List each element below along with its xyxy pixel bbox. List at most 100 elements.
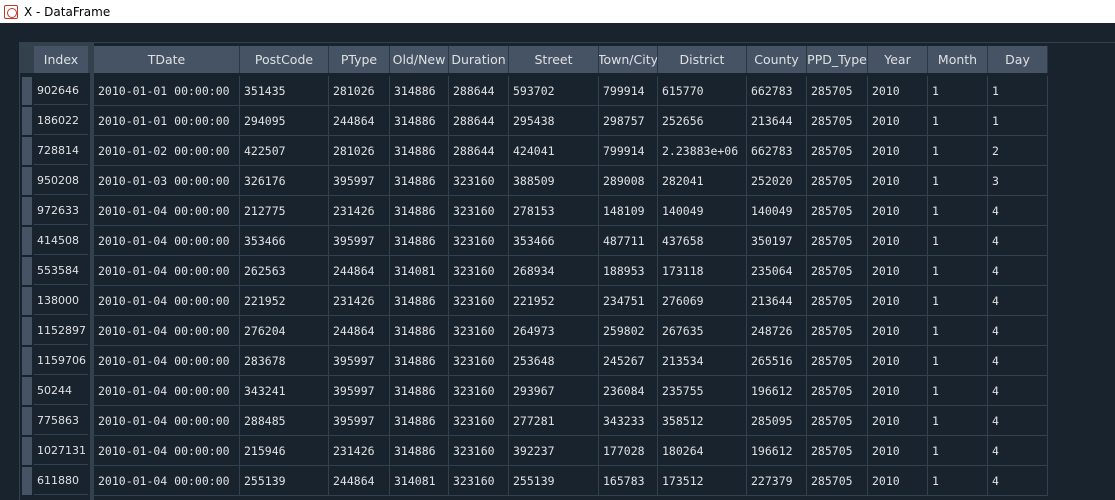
table-cell[interactable]: 314886 xyxy=(390,196,449,226)
table-cell[interactable]: 2010-01-04 00:00:00 xyxy=(94,226,240,256)
table-cell[interactable]: 2010-01-04 00:00:00 xyxy=(94,196,240,226)
table-cell[interactable]: 314886 xyxy=(390,106,449,136)
table-cell[interactable]: 1 xyxy=(928,376,988,406)
table-cell[interactable]: 281026 xyxy=(329,136,390,166)
table-cell[interactable]: 298757 xyxy=(599,106,658,136)
table-cell[interactable]: 314886 xyxy=(390,436,449,466)
row-index[interactable]: 1159706 xyxy=(34,347,88,375)
table-cell[interactable]: 2010-01-04 00:00:00 xyxy=(94,406,240,436)
table-cell[interactable]: 1 xyxy=(928,286,988,316)
table-cell[interactable]: 244864 xyxy=(329,466,390,496)
table-cell[interactable]: 294095 xyxy=(240,106,329,136)
table-cell[interactable]: 799914 xyxy=(599,76,658,106)
table-cell[interactable]: 255139 xyxy=(240,466,329,496)
table-cell[interactable]: 2010-01-04 00:00:00 xyxy=(94,466,240,496)
table-cell[interactable]: 4 xyxy=(988,226,1048,256)
row-index[interactable]: 138000 xyxy=(34,287,88,315)
table-cell[interactable]: 593702 xyxy=(509,76,599,106)
table-cell[interactable]: 231426 xyxy=(329,196,390,226)
row-handle[interactable] xyxy=(22,227,32,255)
table-cell[interactable]: 4 xyxy=(988,286,1048,316)
table-cell[interactable]: 2010-01-02 00:00:00 xyxy=(94,136,240,166)
row-index[interactable]: 50244 xyxy=(34,377,88,405)
row-handle[interactable] xyxy=(22,377,32,405)
table-cell[interactable]: 148109 xyxy=(599,196,658,226)
table-cell[interactable]: 2010-01-04 00:00:00 xyxy=(94,256,240,286)
row-index[interactable]: 950208 xyxy=(34,167,88,195)
table-cell[interactable]: 259802 xyxy=(599,316,658,346)
table-cell[interactable]: 278153 xyxy=(509,196,599,226)
table-cell[interactable]: 1 xyxy=(928,76,988,106)
table-cell[interactable]: 395997 xyxy=(329,226,390,256)
table-cell[interactable]: 196612 xyxy=(747,376,807,406)
column-header-district[interactable]: District xyxy=(658,46,747,73)
table-cell[interactable]: 244864 xyxy=(329,316,390,346)
row-index[interactable]: 972633 xyxy=(34,197,88,225)
column-header-ptype[interactable]: PType xyxy=(329,46,390,73)
column-header-ppd-type[interactable]: PPD_Type xyxy=(807,46,868,73)
table-cell[interactable]: 395997 xyxy=(329,406,390,436)
row-index[interactable]: 775863 xyxy=(34,407,88,435)
table-cell[interactable]: 314886 xyxy=(390,226,449,256)
table-cell[interactable]: 4 xyxy=(988,316,1048,346)
table-cell[interactable]: 350197 xyxy=(747,226,807,256)
table-cell[interactable]: 234751 xyxy=(599,286,658,316)
table-cell[interactable]: 4 xyxy=(988,406,1048,436)
table-cell[interactable]: 285705 xyxy=(807,346,868,376)
index-header[interactable]: Index xyxy=(34,46,88,73)
table-cell[interactable]: 314886 xyxy=(390,286,449,316)
row-index[interactable]: 553584 xyxy=(34,257,88,285)
table-cell[interactable]: 2010 xyxy=(868,466,928,496)
table-cell[interactable]: 235755 xyxy=(658,376,747,406)
table-cell[interactable]: 2010 xyxy=(868,136,928,166)
table-cell[interactable]: 140049 xyxy=(747,196,807,226)
table-cell[interactable]: 326176 xyxy=(240,166,329,196)
table-cell[interactable]: 487711 xyxy=(599,226,658,256)
table-cell[interactable]: 615770 xyxy=(658,76,747,106)
row-index[interactable]: 728814 xyxy=(34,137,88,165)
table-cell[interactable]: 248726 xyxy=(747,316,807,346)
table-cell[interactable]: 2010-01-04 00:00:00 xyxy=(94,436,240,466)
table-cell[interactable]: 285705 xyxy=(807,466,868,496)
table-cell[interactable]: 343233 xyxy=(599,406,658,436)
table-cell[interactable]: 2010 xyxy=(868,166,928,196)
table-cell[interactable]: 343241 xyxy=(240,376,329,406)
row-handle[interactable] xyxy=(22,317,32,345)
row-index[interactable]: 414508 xyxy=(34,227,88,255)
table-cell[interactable]: 4 xyxy=(988,346,1048,376)
row-handle[interactable] xyxy=(22,287,32,315)
row-handle[interactable] xyxy=(22,257,32,285)
table-cell[interactable]: 1 xyxy=(928,196,988,226)
table-cell[interactable]: 281026 xyxy=(329,76,390,106)
table-cell[interactable]: 1 xyxy=(928,316,988,346)
table-cell[interactable]: 437658 xyxy=(658,226,747,256)
table-cell[interactable]: 285705 xyxy=(807,76,868,106)
table-cell[interactable]: 282041 xyxy=(658,166,747,196)
table-cell[interactable]: 1 xyxy=(988,76,1048,106)
table-cell[interactable]: 212775 xyxy=(240,196,329,226)
table-cell[interactable]: 188953 xyxy=(599,256,658,286)
table-cell[interactable]: 2010 xyxy=(868,106,928,136)
row-index[interactable]: 1152897 xyxy=(34,317,88,345)
row-index[interactable]: 611880 xyxy=(34,467,88,495)
dataframe-table[interactable]: Index TDate PostCode PType Old/New Duration S… xyxy=(19,42,1115,500)
table-cell[interactable]: 213644 xyxy=(747,286,807,316)
table-cell[interactable]: 2010-01-04 00:00:00 xyxy=(94,286,240,316)
table-cell[interactable]: 289008 xyxy=(599,166,658,196)
table-cell[interactable]: 2010 xyxy=(868,286,928,316)
table-cell[interactable]: 288644 xyxy=(449,136,509,166)
table-cell[interactable]: 165783 xyxy=(599,466,658,496)
table-cell[interactable]: 323160 xyxy=(449,196,509,226)
table-cell[interactable]: 2010 xyxy=(868,406,928,436)
table-cell[interactable]: 293967 xyxy=(509,376,599,406)
table-cell[interactable]: 285705 xyxy=(807,376,868,406)
row-index[interactable]: 186022 xyxy=(34,107,88,135)
column-header-county[interactable]: County xyxy=(747,46,807,73)
table-cell[interactable]: 323160 xyxy=(449,316,509,346)
table-cell[interactable]: 285705 xyxy=(807,106,868,136)
row-handle[interactable] xyxy=(22,197,32,225)
table-cell[interactable]: 277281 xyxy=(509,406,599,436)
table-cell[interactable]: 231426 xyxy=(329,286,390,316)
table-cell[interactable]: 323160 xyxy=(449,436,509,466)
table-cell[interactable]: 276204 xyxy=(240,316,329,346)
